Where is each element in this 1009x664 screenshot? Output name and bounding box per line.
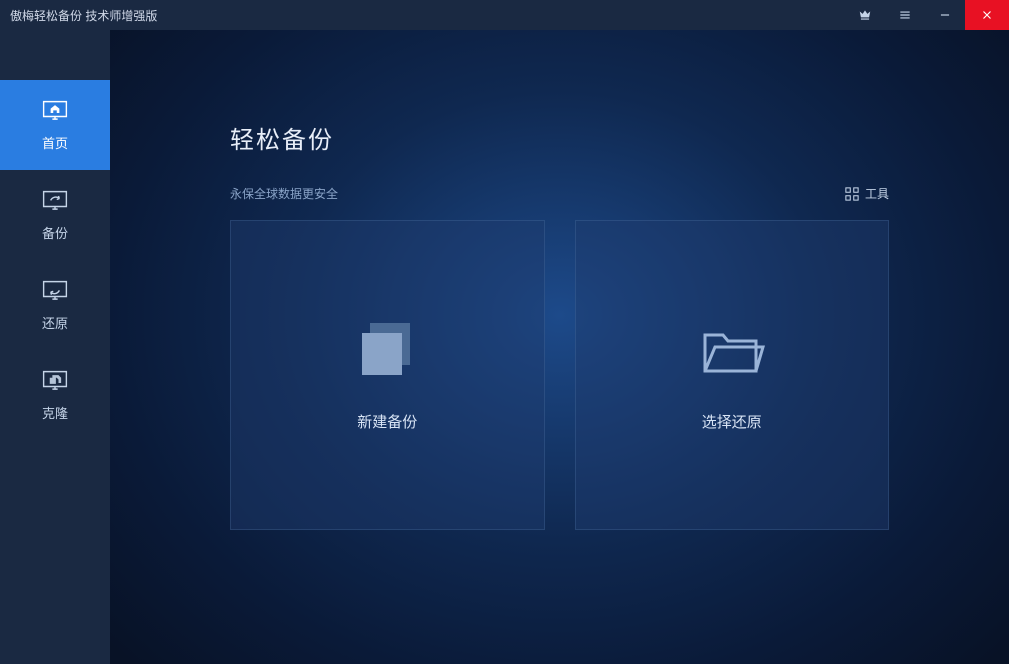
tools-label: 工具: [865, 185, 889, 202]
sidebar-item-clone[interactable]: 克隆: [0, 350, 110, 440]
sidebar-item-backup[interactable]: 备份: [0, 170, 110, 260]
sidebar-item-label: 首页: [42, 133, 68, 152]
sidebar-item-label: 克隆: [42, 403, 68, 422]
minimize-button[interactable]: [925, 0, 965, 30]
app-title: 傲梅轻松备份 技术师增强版: [10, 7, 845, 24]
backup-monitor-icon: [41, 189, 69, 213]
subtitle-row: 永保全球数据更安全 工具: [230, 185, 889, 202]
card-label: 选择还原: [702, 411, 762, 432]
main-area: 轻松备份 永保全球数据更安全 工具: [110, 30, 1009, 664]
sidebar-item-label: 备份: [42, 223, 68, 242]
sidebar-item-restore[interactable]: 还原: [0, 260, 110, 350]
page-subtitle: 永保全球数据更安全: [230, 185, 338, 202]
close-icon: [980, 8, 994, 22]
tools-link[interactable]: 工具: [845, 185, 889, 202]
minimize-icon: [938, 8, 952, 22]
menu-button[interactable]: [885, 0, 925, 30]
crown-button[interactable]: [845, 0, 885, 30]
crown-icon: [858, 8, 872, 22]
close-button[interactable]: [965, 0, 1009, 30]
list-icon: [898, 8, 912, 22]
folder-open-icon: [697, 319, 767, 381]
card-select-restore[interactable]: 选择还原: [575, 220, 890, 530]
grid-icon: [845, 187, 859, 201]
page-title: 轻松备份: [230, 120, 889, 155]
card-label: 新建备份: [357, 411, 417, 432]
titlebar: 傲梅轻松备份 技术师增强版: [0, 0, 1009, 30]
card-new-backup[interactable]: 新建备份: [230, 220, 545, 530]
sidebar-item-home[interactable]: 首页: [0, 80, 110, 170]
titlebar-controls: [845, 0, 1009, 30]
sidebar: 首页 备份 还原 克隆: [0, 30, 110, 664]
cards-row: 新建备份 选择还原: [230, 220, 889, 530]
restore-monitor-icon: [41, 279, 69, 303]
stacked-files-icon: [352, 319, 422, 381]
home-monitor-icon: [41, 99, 69, 123]
clone-monitor-icon: [41, 369, 69, 393]
sidebar-item-label: 还原: [42, 313, 68, 332]
